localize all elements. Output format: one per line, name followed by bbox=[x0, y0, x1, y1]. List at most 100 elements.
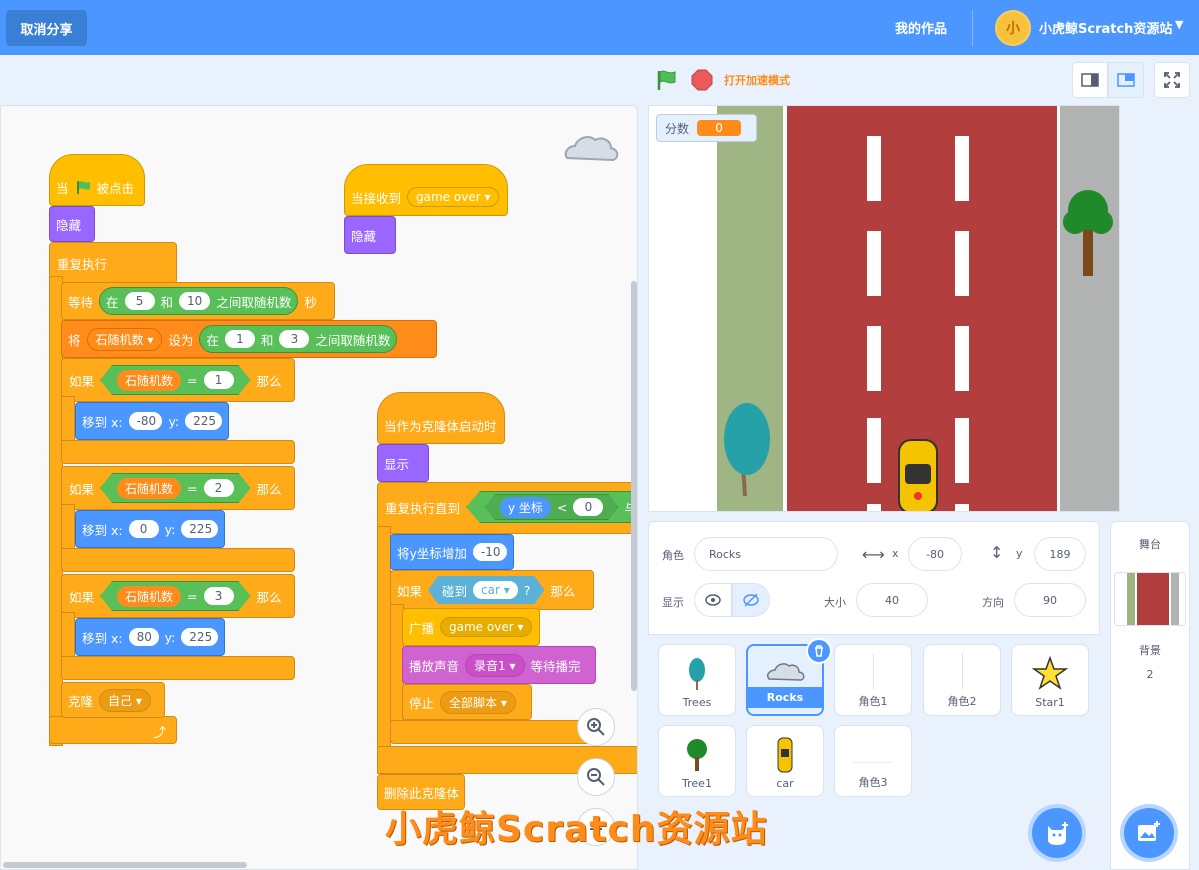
less-than-operator[interactable]: y 坐标 < 0 bbox=[485, 494, 618, 520]
random-operator[interactable]: 在 1 和 3 之间取随机数 bbox=[199, 325, 398, 353]
sprite-tile-role1[interactable]: 角色1 bbox=[834, 644, 912, 716]
sprite-tile-trees[interactable]: Trees bbox=[658, 644, 736, 716]
when-flag-clicked-block[interactable]: 当 被点击 bbox=[49, 154, 145, 206]
score-monitor[interactable]: 分数 0 bbox=[656, 114, 757, 142]
hide-block[interactable]: 隐藏 bbox=[49, 206, 95, 242]
equals-operator[interactable]: 石随机数 = 1 bbox=[100, 365, 251, 395]
sprite-tile-role3[interactable]: 角色3 bbox=[834, 725, 912, 797]
compare-value[interactable]: 3 bbox=[204, 587, 234, 605]
sprite-tile-car[interactable]: car bbox=[746, 725, 824, 797]
normal-stage-button[interactable] bbox=[1108, 62, 1144, 98]
hide-block[interactable]: 隐藏 bbox=[344, 216, 396, 254]
clone-target-dropdown[interactable]: 自己 ▾ bbox=[99, 688, 151, 712]
compare-value[interactable]: 0 bbox=[573, 498, 603, 516]
goto-y-input[interactable]: 225 bbox=[181, 628, 218, 646]
play-sound-block[interactable]: 播放声音 录音1 ▾ 等待播完 bbox=[402, 646, 596, 684]
goto-x-input[interactable]: -80 bbox=[128, 412, 163, 430]
fullscreen-button[interactable] bbox=[1154, 62, 1190, 98]
hide-visible-button[interactable] bbox=[732, 583, 770, 617]
zoom-out-button[interactable] bbox=[577, 758, 615, 796]
equals-operator[interactable]: 石随机数 = 2 bbox=[100, 473, 251, 503]
zoom-in-button[interactable] bbox=[577, 708, 615, 746]
goto-x-input[interactable]: 0 bbox=[128, 520, 159, 538]
and-operator[interactable]: y 坐标 < 0 与 bbox=[466, 491, 637, 523]
random-and: 和 bbox=[260, 332, 274, 348]
goto-xy-block[interactable]: 移到 x: -80 y: 225 bbox=[75, 402, 229, 440]
y-input[interactable]: 189 bbox=[1034, 537, 1086, 571]
if-label: 如果 bbox=[397, 583, 423, 599]
goto-x-input[interactable]: 80 bbox=[128, 628, 159, 646]
variable-reporter[interactable]: 石随机数 bbox=[117, 370, 181, 391]
show-block[interactable]: 显示 bbox=[377, 444, 429, 482]
delete-sprite-button[interactable] bbox=[806, 638, 832, 664]
show-visible-button[interactable] bbox=[694, 583, 732, 617]
change-y-block[interactable]: 将y坐标增加 -10 bbox=[390, 534, 514, 570]
car-sprite bbox=[898, 439, 938, 511]
y-position-reporter[interactable]: y 坐标 bbox=[500, 497, 551, 518]
change-y-input[interactable]: -10 bbox=[472, 543, 507, 561]
create-clone-block[interactable]: 克隆 自己 ▾ bbox=[61, 682, 165, 718]
goto-xy-block[interactable]: 移到 x: 80 y: 225 bbox=[75, 618, 225, 656]
variable-reporter[interactable]: 石随机数 bbox=[117, 478, 181, 499]
broadcast-dropdown[interactable]: game over ▾ bbox=[440, 617, 533, 637]
when-clone-starts-block[interactable]: 当作为克隆体启动时 bbox=[377, 392, 505, 444]
stop-icon[interactable] bbox=[690, 68, 714, 92]
wait-block[interactable]: 等待 在 5 和 10 之间取随机数 秒 bbox=[61, 282, 335, 320]
message-dropdown[interactable]: game over ▾ bbox=[407, 187, 500, 207]
repeat-arm bbox=[377, 526, 391, 766]
code-workspace[interactable]: 当 被点击 隐藏 重复执行 ⤴ 等待 在 5 和 10 之间取随机数 秒 将 石… bbox=[0, 105, 638, 870]
avatar[interactable]: 小 bbox=[995, 10, 1031, 46]
zoom-out-icon bbox=[587, 768, 605, 786]
random-operator[interactable]: 在 5 和 10 之间取随机数 bbox=[99, 287, 299, 315]
goto-y-input[interactable]: 225 bbox=[185, 412, 222, 430]
sprite-tile-role2[interactable]: 角色2 bbox=[923, 644, 1001, 716]
goto-xy-block[interactable]: 移到 x: 0 y: 225 bbox=[75, 510, 225, 548]
direction-input[interactable]: 90 bbox=[1014, 583, 1086, 617]
green-flag-icon[interactable] bbox=[655, 68, 679, 92]
x-input[interactable]: -80 bbox=[908, 537, 962, 571]
compare-value[interactable]: 1 bbox=[204, 371, 234, 389]
goto-y-input[interactable]: 225 bbox=[181, 520, 218, 538]
chevron-down-icon[interactable]: ▼ bbox=[1175, 18, 1183, 31]
goto-y-label: y: bbox=[168, 413, 180, 429]
add-sprite-button[interactable] bbox=[1032, 808, 1082, 858]
set-variable-block[interactable]: 将 石随机数 ▾ 设为 在 1 和 3 之间取随机数 bbox=[61, 320, 437, 358]
turbo-mode-toggle[interactable]: 打开加速模式 bbox=[724, 72, 790, 88]
add-backdrop-button[interactable] bbox=[1124, 808, 1174, 858]
size-input[interactable]: 40 bbox=[856, 583, 928, 617]
sprite-name: car bbox=[776, 777, 794, 790]
vertical-scrollbar[interactable] bbox=[631, 281, 637, 691]
random-b-input[interactable]: 3 bbox=[279, 330, 310, 348]
broadcast-block[interactable]: 广播 game over ▾ bbox=[402, 608, 540, 646]
compare-value[interactable]: 2 bbox=[204, 479, 234, 497]
sprite-tile-star1[interactable]: Star1 bbox=[1011, 644, 1089, 716]
small-stage-icon bbox=[1081, 73, 1099, 87]
sprite-name-input[interactable]: Rocks bbox=[694, 537, 838, 571]
small-stage-button[interactable] bbox=[1072, 62, 1108, 98]
backdrop-thumbnail[interactable] bbox=[1114, 572, 1186, 626]
touching-target-label: car bbox=[481, 583, 500, 597]
random-b-input[interactable]: 10 bbox=[179, 292, 211, 310]
stage[interactable] bbox=[648, 105, 1120, 512]
cancel-share-button[interactable]: 取消分享 bbox=[6, 10, 87, 46]
stop-block[interactable]: 停止 全部脚本 ▾ bbox=[402, 684, 532, 720]
image-add-icon bbox=[1138, 821, 1160, 841]
username[interactable]: 小虎鲸Scratch资源站 bbox=[1039, 18, 1172, 37]
sprite-name: 角色3 bbox=[858, 776, 888, 789]
horizontal-scrollbar[interactable] bbox=[3, 862, 247, 868]
variable-dropdown[interactable]: 石随机数 ▾ bbox=[86, 327, 163, 351]
sprite-tile-tree1[interactable]: Tree1 bbox=[658, 725, 736, 797]
equals-operator[interactable]: 石随机数 = 3 bbox=[100, 581, 251, 611]
sound-dropdown[interactable]: 录音1 ▾ bbox=[465, 653, 525, 677]
menu-bar: 取消分享 我的作品 小 小虎鲸Scratch资源站 ▼ bbox=[0, 0, 1199, 55]
when-receive-block[interactable]: 当接收到 game over ▾ bbox=[344, 164, 508, 216]
touching-sensor[interactable]: 碰到 car ▾ ? bbox=[428, 576, 544, 604]
stop-option-dropdown[interactable]: 全部脚本 ▾ bbox=[440, 690, 516, 714]
divider bbox=[972, 10, 973, 46]
random-a-input[interactable]: 5 bbox=[124, 292, 155, 310]
touching-target-dropdown[interactable]: car ▾ bbox=[473, 581, 518, 599]
my-works-link[interactable]: 我的作品 bbox=[895, 18, 947, 37]
variable-reporter[interactable]: 石随机数 bbox=[117, 586, 181, 607]
random-a-input[interactable]: 1 bbox=[224, 330, 255, 348]
backdrop-thumb bbox=[1115, 573, 1185, 625]
